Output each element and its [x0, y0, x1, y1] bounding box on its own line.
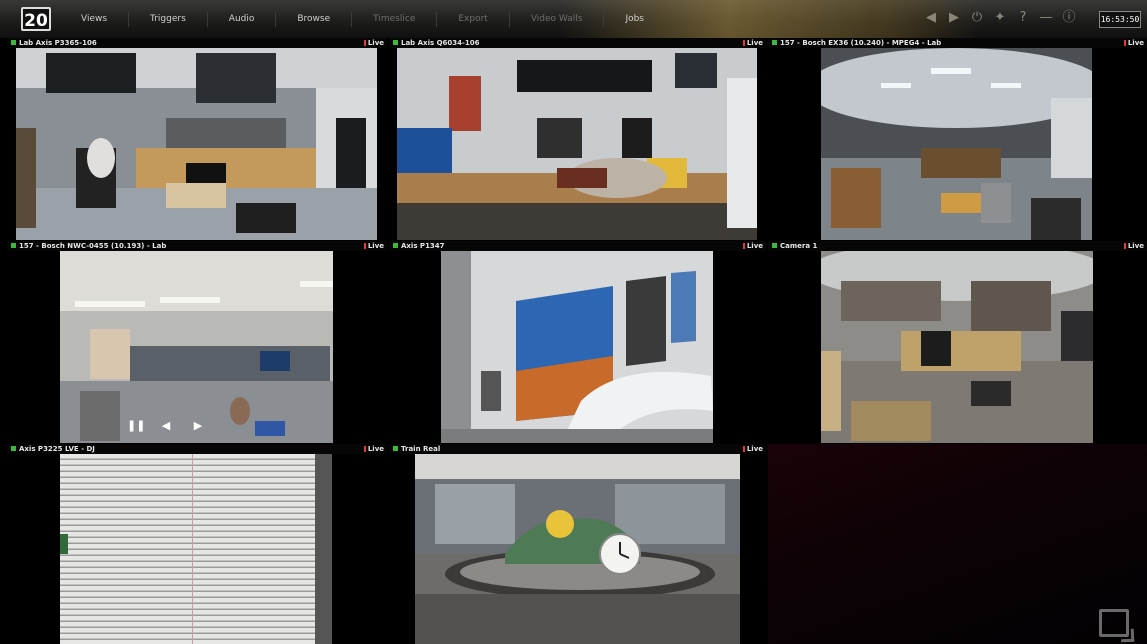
- nav-triggers[interactable]: Triggers: [129, 11, 208, 27]
- status-indicator: [393, 446, 398, 451]
- status-indicator: [393, 40, 398, 45]
- back-icon[interactable]: ◀: [924, 10, 938, 26]
- tile-header: Camera 1 Live: [768, 241, 1147, 251]
- camera-tile[interactable]: Axis P1347 Live: [389, 241, 766, 443]
- camera-name: Train Real: [401, 445, 441, 453]
- tile-header: Lab Axis Q6034-106 Live: [389, 38, 766, 48]
- power-icon[interactable]: ⏻: [970, 10, 984, 26]
- status-indicator: [11, 243, 16, 248]
- status-indicator: [11, 446, 16, 451]
- clock: 16:53:50: [1099, 11, 1141, 28]
- wrench-icon[interactable]: ✦: [993, 10, 1007, 26]
- pause-icon[interactable]: ❚❚: [127, 419, 145, 433]
- video-feed[interactable]: [441, 251, 713, 443]
- forward-icon[interactable]: ▶: [947, 10, 961, 26]
- status-indicator: [772, 40, 777, 45]
- tile-header: Train Real Live: [389, 444, 766, 454]
- camera-tile[interactable]: Lab Axis Q6034-106 Live: [389, 38, 766, 240]
- camera-name: Lab Axis P3365-106: [19, 39, 97, 47]
- video-feed[interactable]: [821, 251, 1093, 443]
- live-badge: Live: [742, 444, 763, 454]
- nav-browse[interactable]: Browse: [276, 11, 353, 27]
- camera-name: 157 - Bosch EX36 (10.240) - MPEG4 - Lab: [780, 39, 942, 47]
- tile-header: Lab Axis P3365-106 Live: [7, 38, 387, 48]
- live-badge: Live: [1123, 38, 1144, 48]
- live-badge: Live: [363, 241, 384, 251]
- camera-tile[interactable]: Train Real Live: [389, 444, 766, 644]
- camera-name: Axis P3225 LVE - DJ: [19, 445, 95, 453]
- status-indicator: [772, 243, 777, 248]
- live-badge: Live: [742, 38, 763, 48]
- step-back-icon[interactable]: ◀: [159, 419, 173, 433]
- camera-tile[interactable]: Camera 1 Live: [768, 241, 1147, 443]
- video-feed[interactable]: [60, 454, 332, 644]
- tile-header: 157 - Bosch NWC-0455 (10.193) - Lab Live: [7, 241, 387, 251]
- nav-audio[interactable]: Audio: [208, 11, 277, 27]
- live-badge: Live: [742, 241, 763, 251]
- camera-name: Lab Axis Q6034-106: [401, 39, 480, 47]
- playback-controls: ❚❚ ◀ ▶: [127, 419, 205, 433]
- camera-name: 157 - Bosch NWC-0455 (10.193) - Lab: [19, 242, 167, 250]
- camera-tile[interactable]: 157 - Bosch EX36 (10.240) - MPEG4 - Lab …: [768, 38, 1147, 240]
- video-feed[interactable]: [415, 454, 740, 644]
- camera-name: Camera 1: [780, 242, 818, 250]
- video-feed[interactable]: [397, 48, 757, 240]
- live-badge: Live: [1123, 241, 1144, 251]
- top-toolbar: 20 Views Triggers Audio Browse Timeslice…: [0, 0, 1147, 39]
- status-indicator: [11, 40, 16, 45]
- nav-views[interactable]: Views: [60, 11, 130, 27]
- tile-header: Axis P3225 LVE - DJ Live: [7, 444, 387, 454]
- toolbar-icons: ◀ ▶ ⏻ ✦ ? — ⓘ: [924, 10, 1076, 26]
- main-nav: Views Triggers Audio Browse Timeslice Ex…: [60, 11, 665, 27]
- live-badge: Live: [363, 38, 384, 48]
- step-forward-icon[interactable]: ▶: [191, 419, 205, 433]
- video-feed[interactable]: [16, 48, 377, 240]
- video-feed[interactable]: [60, 251, 333, 443]
- help-icon[interactable]: ?: [1016, 10, 1030, 26]
- nav-timeslice[interactable]: Timeslice: [352, 11, 438, 27]
- camera-name: Axis P1347: [401, 242, 445, 250]
- camera-tile[interactable]: 157 - Bosch NWC-0455 (10.193) - Lab Live…: [7, 241, 387, 443]
- nav-export[interactable]: Export: [437, 11, 510, 27]
- live-badge: Live: [363, 444, 384, 454]
- tile-header: Axis P1347 Live: [389, 241, 766, 251]
- nav-jobs[interactable]: Jobs: [604, 11, 665, 27]
- empty-tile[interactable]: [768, 444, 1147, 644]
- camera-tile[interactable]: Lab Axis P3365-106 Live: [7, 38, 387, 240]
- minimize-icon[interactable]: —: [1039, 10, 1053, 26]
- video-feed[interactable]: [821, 48, 1092, 240]
- search-icon[interactable]: [1099, 609, 1129, 637]
- tile-header: 157 - Bosch EX36 (10.240) - MPEG4 - Lab …: [768, 38, 1147, 48]
- camera-tile[interactable]: Axis P3225 LVE - DJ Live: [7, 444, 387, 644]
- nav-video-walls[interactable]: Video Walls: [510, 11, 605, 27]
- info-icon[interactable]: ⓘ: [1062, 10, 1076, 26]
- app-logo[interactable]: 20: [21, 7, 51, 31]
- status-indicator: [393, 243, 398, 248]
